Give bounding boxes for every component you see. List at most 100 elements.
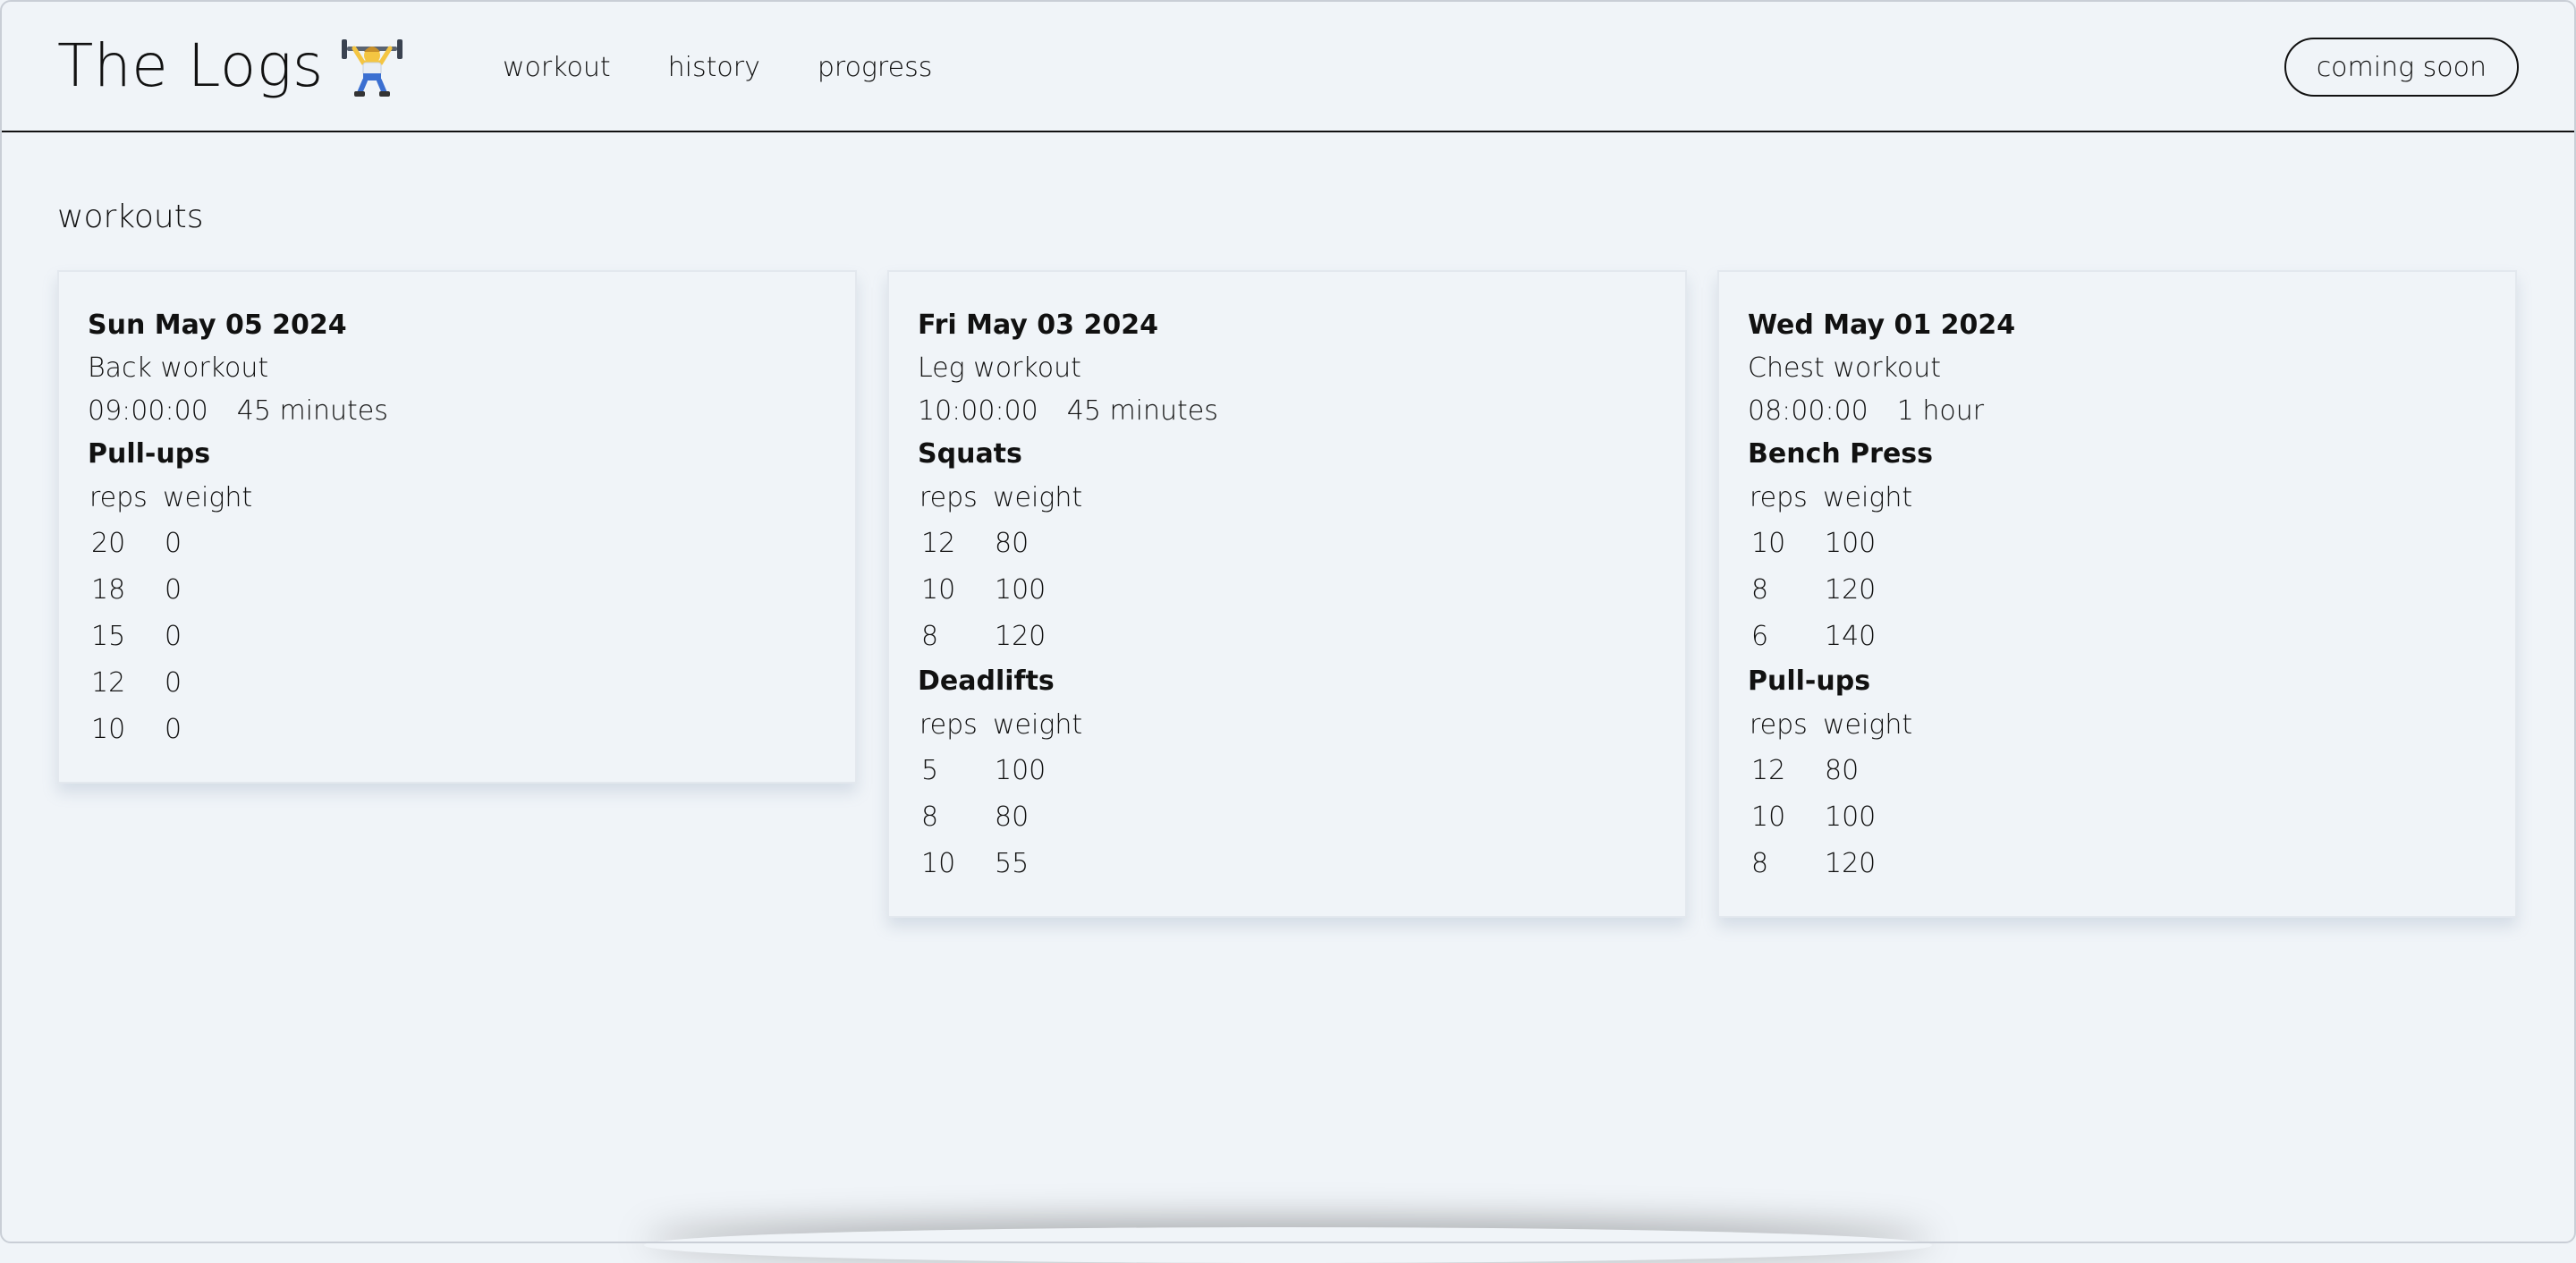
- workout-meta: 09:00:00 45 minutes: [88, 390, 826, 433]
- app-title: The Logs: [57, 31, 324, 100]
- set-weight: 100: [1825, 528, 1877, 559]
- sets-table: reps weight 12 80 10 100 8 120: [918, 476, 1082, 660]
- sets-header-row: reps weight: [1748, 476, 1912, 521]
- set-weight: 80: [995, 528, 1030, 559]
- main-nav: workout history progress: [503, 48, 932, 88]
- weightlifter-icon: [338, 32, 406, 100]
- reps-header: reps: [1750, 482, 1808, 513]
- set-row: 8 80: [918, 794, 1082, 841]
- set-weight: 100: [995, 755, 1046, 786]
- set-reps: 10: [91, 714, 126, 745]
- set-weight: 80: [1825, 755, 1860, 786]
- workout-card[interactable]: Fri May 03 2024 Leg workout 10:00:00 45 m…: [887, 270, 1687, 918]
- nav-progress[interactable]: progress: [818, 48, 932, 88]
- workout-time: 10:00:00: [918, 395, 1038, 427]
- weight-header: weight: [163, 482, 253, 513]
- exercise-block: Pull-ups reps weight 20 0 18 0 15 0 12 0…: [88, 433, 826, 753]
- set-reps: 6: [1751, 621, 1769, 652]
- nav-workout[interactable]: workout: [503, 48, 611, 88]
- set-reps: 8: [1751, 574, 1769, 606]
- exercise-name: Pull-ups: [88, 438, 211, 470]
- reps-header: reps: [1750, 709, 1808, 741]
- set-row: 5 100: [918, 748, 1082, 794]
- set-weight: 0: [165, 528, 182, 559]
- workout-duration: 45 minutes: [236, 395, 388, 427]
- set-row: 12 80: [918, 521, 1082, 567]
- section-title: workouts: [57, 199, 204, 235]
- set-reps: 10: [921, 848, 956, 879]
- weight-header: weight: [1823, 482, 1913, 513]
- workout-date: Fri May 03 2024: [918, 309, 1158, 341]
- sets-header-row: reps weight: [88, 476, 252, 521]
- set-row: 8 120: [1748, 841, 1912, 887]
- set-reps: 10: [921, 574, 956, 606]
- set-reps: 8: [921, 801, 939, 833]
- app-logo[interactable]: The Logs: [57, 30, 406, 102]
- set-row: 12 0: [88, 660, 252, 707]
- sets-header-row: reps weight: [918, 703, 1082, 748]
- set-weight: 0: [165, 574, 182, 606]
- set-row: 10 0: [88, 707, 252, 753]
- set-reps: 5: [921, 755, 939, 786]
- set-row: 10 100: [1748, 794, 1912, 841]
- set-reps: 18: [91, 574, 126, 606]
- set-row: 12 80: [1748, 748, 1912, 794]
- set-reps: 10: [1751, 801, 1786, 833]
- set-weight: 120: [1825, 574, 1877, 606]
- set-reps: 12: [91, 667, 126, 699]
- workout-meta: 08:00:00 1 hour: [1748, 390, 2487, 433]
- reps-header: reps: [89, 482, 148, 513]
- exercise-name: Squats: [918, 438, 1022, 470]
- set-weight: 55: [995, 848, 1030, 879]
- workout-card[interactable]: Wed May 01 2024 Chest workout 08:00:00 1 …: [1717, 270, 2517, 918]
- workout-cards: Sun May 05 2024 Back workout 09:00:00 45 …: [57, 270, 2517, 918]
- weight-header: weight: [993, 709, 1083, 741]
- set-weight: 0: [165, 667, 182, 699]
- sets-header-row: reps weight: [1748, 703, 1912, 748]
- exercise-block: Squats reps weight 12 80 10 100 8 120: [918, 433, 1657, 660]
- workout-time: 08:00:00: [1748, 395, 1868, 427]
- exercise-block: Deadlifts reps weight 5 100 8 80 10 55: [918, 660, 1657, 887]
- set-row: 15 0: [88, 614, 252, 660]
- set-row: 18 0: [88, 567, 252, 614]
- set-row: 8 120: [918, 614, 1082, 660]
- coming-soon-button[interactable]: coming soon: [2284, 38, 2519, 97]
- weight-header: weight: [1823, 709, 1913, 741]
- set-reps: 12: [921, 528, 956, 559]
- set-row: 10 100: [1748, 521, 1912, 567]
- workout-date: Sun May 05 2024: [88, 309, 347, 341]
- set-row: 6 140: [1748, 614, 1912, 660]
- workout-duration: 1 hour: [1896, 395, 1985, 427]
- workout-name: Back workout: [88, 352, 269, 384]
- sets-table: reps weight 20 0 18 0 15 0 12 0 10 0: [88, 476, 252, 753]
- bottom-shadow: [644, 1227, 1932, 1263]
- set-weight: 0: [165, 714, 182, 745]
- exercise-name: Pull-ups: [1748, 665, 1871, 697]
- set-reps: 15: [91, 621, 126, 652]
- exercise-block: Pull-ups reps weight 12 80 10 100 8 120: [1748, 660, 2487, 887]
- workout-time: 09:00:00: [88, 395, 208, 427]
- workout-date: Wed May 01 2024: [1748, 309, 2016, 341]
- set-reps: 12: [1751, 755, 1786, 786]
- set-weight: 140: [1825, 621, 1877, 652]
- set-weight: 80: [995, 801, 1030, 833]
- set-weight: 100: [995, 574, 1046, 606]
- set-row: 10 55: [918, 841, 1082, 887]
- set-reps: 8: [1751, 848, 1769, 879]
- set-weight: 120: [995, 621, 1046, 652]
- set-reps: 20: [91, 528, 126, 559]
- reps-header: reps: [919, 709, 978, 741]
- workout-card[interactable]: Sun May 05 2024 Back workout 09:00:00 45 …: [57, 270, 857, 784]
- set-row: 20 0: [88, 521, 252, 567]
- nav-history[interactable]: history: [668, 48, 760, 88]
- sets-header-row: reps weight: [918, 476, 1082, 521]
- exercise-block: Bench Press reps weight 10 100 8 120 6 1…: [1748, 433, 2487, 660]
- top-header: The Logs workout history progress coming…: [0, 0, 2576, 132]
- weight-header: weight: [993, 482, 1083, 513]
- workout-name: Chest workout: [1748, 352, 1942, 384]
- workout-duration: 45 minutes: [1066, 395, 1218, 427]
- sets-table: reps weight 10 100 8 120 6 140: [1748, 476, 1912, 660]
- set-row: 10 100: [918, 567, 1082, 614]
- workout-name: Leg workout: [918, 352, 1081, 384]
- sets-table: reps weight 5 100 8 80 10 55: [918, 703, 1082, 887]
